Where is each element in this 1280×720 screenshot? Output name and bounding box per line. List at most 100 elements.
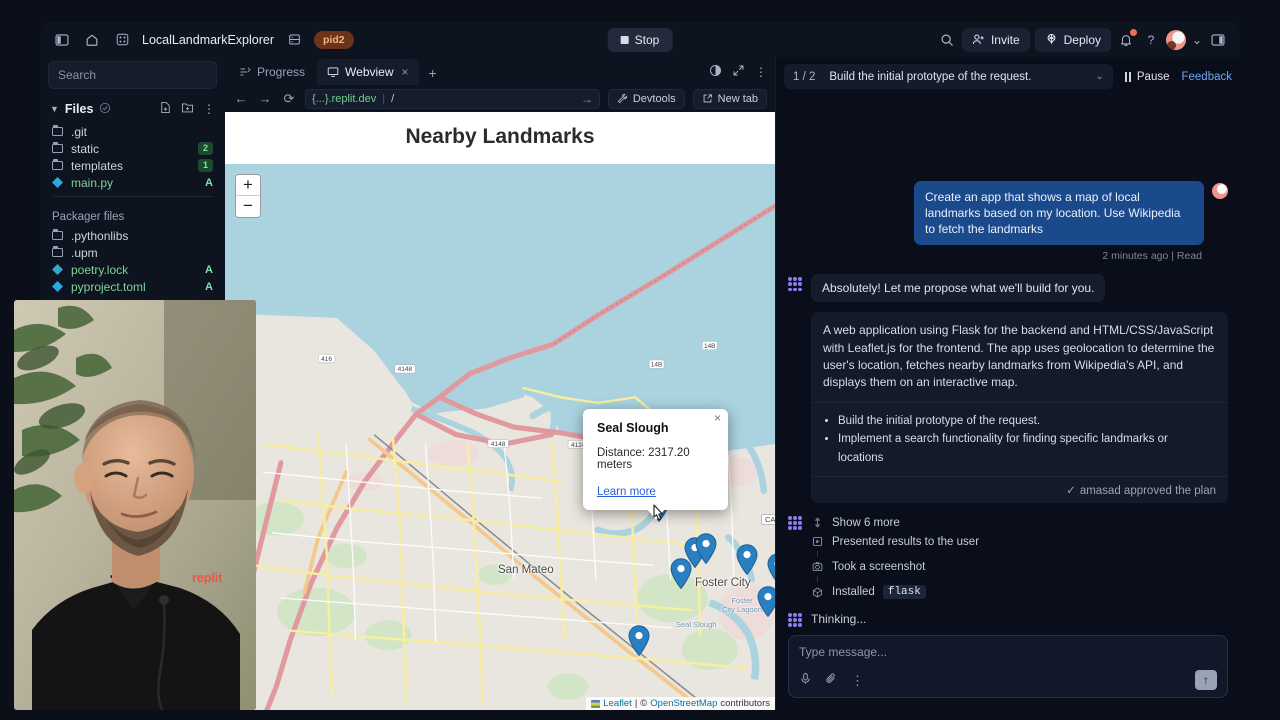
pause-button[interactable]: Pause xyxy=(1121,71,1174,83)
activity-item[interactable]: Presented results to the user xyxy=(811,532,1228,551)
sidebar-toggle-icon[interactable] xyxy=(52,30,72,50)
activity-item[interactable]: Took a screenshot xyxy=(811,557,1228,576)
file-row[interactable]: poetry.lock A xyxy=(40,261,225,278)
home-icon[interactable] xyxy=(82,30,102,50)
agent-header: 1 / 2 Build the initial prototype of the… xyxy=(776,57,1240,96)
map-marker[interactable] xyxy=(736,544,758,575)
pid-badge[interactable]: pid2 xyxy=(314,30,354,49)
message-input[interactable]: Type message... xyxy=(799,645,1217,659)
avatar[interactable] xyxy=(1166,29,1186,50)
new-tab-button[interactable]: New tab xyxy=(692,88,767,109)
plan-card: A web application using Flask for the ba… xyxy=(811,312,1228,503)
theme-toggle-icon[interactable] xyxy=(709,64,722,80)
plan-item-list: Build the initial prototype of the reque… xyxy=(811,401,1228,476)
map-marker[interactable] xyxy=(628,625,650,656)
map-popup[interactable]: × Seal Slough Distance: 2317.20 meters L… xyxy=(583,409,728,510)
paperclip-icon[interactable] xyxy=(825,672,838,688)
show-more-button[interactable]: Show 6 more xyxy=(811,513,1228,532)
new-folder-icon[interactable] xyxy=(181,101,194,117)
file-row[interactable]: templates 1 xyxy=(40,157,225,174)
plan-approval: ✓ amasad approved the plan xyxy=(811,476,1228,503)
check-icon: ✓ xyxy=(1066,485,1076,497)
chevron-down-icon[interactable]: ⌄ xyxy=(1095,71,1103,82)
leaflet-map[interactable]: 416 4148 4148 4124 14B 14B + − San Mateo… xyxy=(225,164,775,710)
agent-avatar-icon xyxy=(788,516,802,530)
file-row[interactable]: .upm xyxy=(40,244,225,261)
message-composer[interactable]: Type message... ⋮ ↑ xyxy=(788,635,1228,698)
reload-icon[interactable]: ⟳ xyxy=(281,91,297,107)
agent-panel: 1 / 2 Build the initial prototype of the… xyxy=(775,57,1240,710)
feedback-button[interactable]: Feedback xyxy=(1181,71,1232,83)
more-vertical-icon[interactable]: ⋮ xyxy=(851,674,864,687)
file-name: .pythonlibs xyxy=(71,228,129,243)
chat-thread: Create an app that shows a map of local … xyxy=(776,96,1240,627)
top-toolbar: LocalLandmarkExplorer pid2 Stop Invite D… xyxy=(40,22,1240,57)
forward-icon[interactable]: → xyxy=(257,91,273,106)
python-file-icon xyxy=(52,281,63,292)
webview-more-icon[interactable]: ⋮ xyxy=(755,65,767,79)
thinking-label: Thinking... xyxy=(811,611,867,626)
activity-group: Show 6 more Presented results to the use… xyxy=(788,513,1228,602)
file-name: pyproject.toml xyxy=(71,279,146,294)
message-meta: 2 minutes ago | Read xyxy=(1102,250,1202,263)
file-row[interactable]: .pythonlibs xyxy=(40,227,225,244)
svg-text:14B: 14B xyxy=(704,343,716,350)
notifications-bell-icon[interactable] xyxy=(1116,28,1137,50)
file-row[interactable]: pyproject.toml A xyxy=(40,278,225,295)
divider xyxy=(52,196,213,197)
expand-icon[interactable] xyxy=(732,64,745,80)
deploy-button[interactable]: Deploy xyxy=(1034,27,1111,52)
popup-learn-more-link[interactable]: Learn more xyxy=(597,486,656,498)
webcam-video xyxy=(14,300,256,710)
close-icon[interactable]: × xyxy=(402,65,409,79)
right-panel-toggle-icon[interactable] xyxy=(1208,30,1228,50)
url-go-icon[interactable]: → xyxy=(581,92,593,106)
file-badge: 2 xyxy=(197,142,213,155)
search-input[interactable]: Search xyxy=(48,61,217,89)
map-marker[interactable] xyxy=(695,533,717,564)
url-separator: | xyxy=(382,92,386,105)
plan-approval-label: amasad approved the plan xyxy=(1079,485,1216,497)
file-badge: A xyxy=(205,280,213,293)
invite-label: Invite xyxy=(990,32,1020,47)
zoom-in-button[interactable]: + xyxy=(236,175,260,196)
back-icon[interactable]: ← xyxy=(233,91,249,106)
files-more-icon[interactable]: ⋮ xyxy=(203,102,215,116)
tab-progress[interactable]: Progress xyxy=(229,59,315,85)
chevron-down-icon[interactable]: ⌄ xyxy=(1191,30,1203,50)
files-status-icon xyxy=(99,102,111,117)
chevron-down-icon[interactable]: ▼ xyxy=(50,104,59,114)
file-name: main.py xyxy=(71,175,114,190)
project-name[interactable]: LocalLandmarkExplorer xyxy=(142,33,274,47)
new-file-icon[interactable] xyxy=(159,101,172,117)
activity-label: Presented results to the user xyxy=(832,535,980,548)
leaflet-link[interactable]: Leaflet xyxy=(603,698,632,709)
webcam-overlay: replit xyxy=(14,300,256,710)
search-icon[interactable] xyxy=(937,30,957,50)
activity-list: Show 6 more Presented results to the use… xyxy=(811,513,1228,602)
send-button[interactable]: ↑ xyxy=(1195,670,1217,690)
devtools-button[interactable]: Devtools xyxy=(607,88,685,109)
help-icon[interactable]: ? xyxy=(1141,30,1161,50)
split-view-icon[interactable] xyxy=(284,30,304,50)
zoom-out-button[interactable]: − xyxy=(236,196,260,217)
map-marker[interactable] xyxy=(757,586,775,617)
activity-item[interactable]: Installed flask xyxy=(811,582,1228,602)
avatar xyxy=(1212,182,1228,199)
invite-button[interactable]: Invite xyxy=(961,27,1030,52)
file-row[interactable]: static 2 xyxy=(40,140,225,157)
file-row[interactable]: .git xyxy=(40,123,225,140)
project-grid-icon[interactable] xyxy=(112,30,132,50)
map-marker[interactable] xyxy=(767,553,775,584)
tab-webview[interactable]: Webview × xyxy=(317,59,419,85)
step-selector[interactable]: 1 / 2 Build the initial prototype of the… xyxy=(784,64,1113,89)
step-counter: 1 / 2 xyxy=(793,70,816,83)
popup-close-icon[interactable]: × xyxy=(714,412,721,424)
osm-link[interactable]: OpenStreetMap xyxy=(650,698,717,709)
contributors-label: contributors xyxy=(720,698,770,709)
stop-button[interactable]: Stop xyxy=(607,27,673,52)
microphone-icon[interactable] xyxy=(799,672,812,688)
new-tab-icon[interactable]: + xyxy=(421,61,445,85)
url-input[interactable]: {...}.replit.dev | / → xyxy=(305,88,600,109)
file-row[interactable]: main.py A xyxy=(40,174,225,191)
